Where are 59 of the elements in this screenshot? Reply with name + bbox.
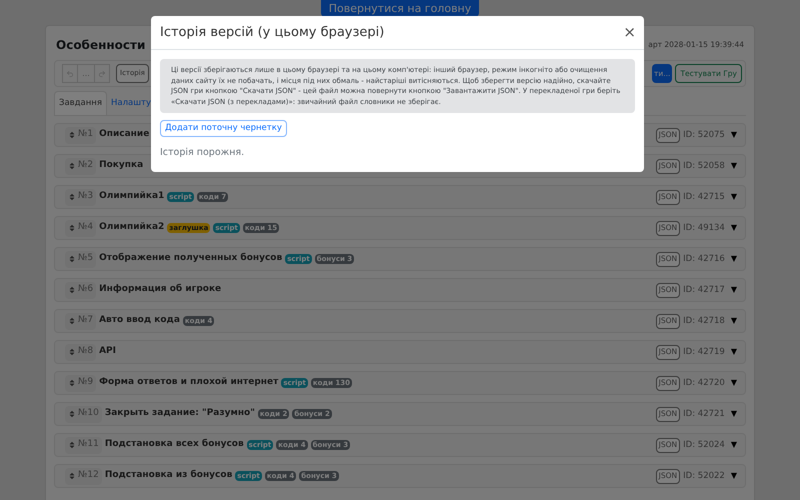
task-id: ID: 42718 (683, 314, 725, 328)
redo-icon (98, 70, 106, 78)
close-button[interactable]: × (623, 25, 636, 40)
page-title: Особенности (56, 37, 146, 54)
sort-icon (68, 255, 76, 263)
sort-icon (68, 193, 76, 201)
expand-toggle[interactable]: ▼ (730, 377, 737, 389)
task-title: Покупка (99, 159, 144, 172)
task-id: ID: 52024 (683, 438, 725, 452)
sort-icon (68, 131, 76, 139)
task-id: ID: 52022 (683, 470, 725, 482)
add-draft-button[interactable]: Додати поточну чернетку (160, 120, 287, 137)
sort-icon (68, 410, 76, 418)
task-title: API (99, 345, 116, 358)
expand-toggle[interactable]: ▼ (730, 191, 737, 203)
task-id: ID: 42716 (683, 252, 725, 266)
task-id: ID: 49134 (683, 222, 725, 234)
expand-toggle[interactable]: ▼ (730, 346, 737, 358)
task-title: Форма ответов и плохой интернет (99, 376, 278, 390)
sort-icon (68, 286, 76, 294)
sort-icon (68, 224, 76, 232)
sort-icon (68, 441, 76, 449)
task-title: Отображение полученных бонусов (99, 252, 282, 266)
expand-toggle[interactable]: ▼ (730, 439, 737, 451)
sort-icon (68, 472, 76, 480)
expand-toggle[interactable]: ▼ (730, 315, 737, 327)
task-title: Информация об игроке (99, 283, 222, 296)
task-title: Подстановка из бонусов (104, 469, 232, 482)
expand-toggle[interactable]: ▼ (730, 284, 737, 296)
empty-history-text: Історія порожня. (160, 146, 246, 160)
sort-icon (68, 317, 76, 325)
task-id: ID: 52058 (683, 160, 725, 172)
expand-toggle[interactable]: ▼ (730, 253, 737, 265)
expand-toggle[interactable]: ▼ (730, 470, 737, 482)
task-title: Олимпийка2 (99, 221, 164, 234)
task-title: Олимпийка1 (99, 190, 164, 204)
task-title: Авто ввод кода (99, 314, 180, 328)
task-title: Закрыть задание: "Разумно" (104, 407, 255, 420)
dialog-title: Історія версій (у цьому браузері) (160, 24, 384, 42)
tab[interactable]: Налашту (106, 91, 155, 115)
sort-icon (68, 348, 76, 356)
task-id: ID: 42715 (683, 190, 725, 204)
expand-toggle[interactable]: ▼ (730, 129, 737, 141)
sort-icon (68, 162, 76, 170)
task-id: ID: 42720 (683, 376, 725, 390)
task-title: Описание (99, 128, 150, 142)
task-id: ID: 42721 (683, 408, 725, 420)
undo-icon (66, 70, 74, 78)
tab[interactable]: Завдання (54, 91, 107, 115)
task-id: ID: 52075 (683, 128, 725, 142)
task-id: ID: 42719 (683, 346, 725, 358)
task-id: ID: 42717 (683, 284, 725, 296)
expand-toggle[interactable]: ▼ (730, 222, 737, 234)
home-button[interactable]: Повернутися на головну (320, 0, 480, 17)
more-button[interactable]: ... (78, 64, 94, 83)
task-title: Подстановка всех бонусов (104, 438, 244, 452)
expand-toggle[interactable]: ▼ (730, 160, 737, 172)
expand-toggle[interactable]: ▼ (730, 408, 737, 420)
sort-icon (68, 379, 76, 387)
